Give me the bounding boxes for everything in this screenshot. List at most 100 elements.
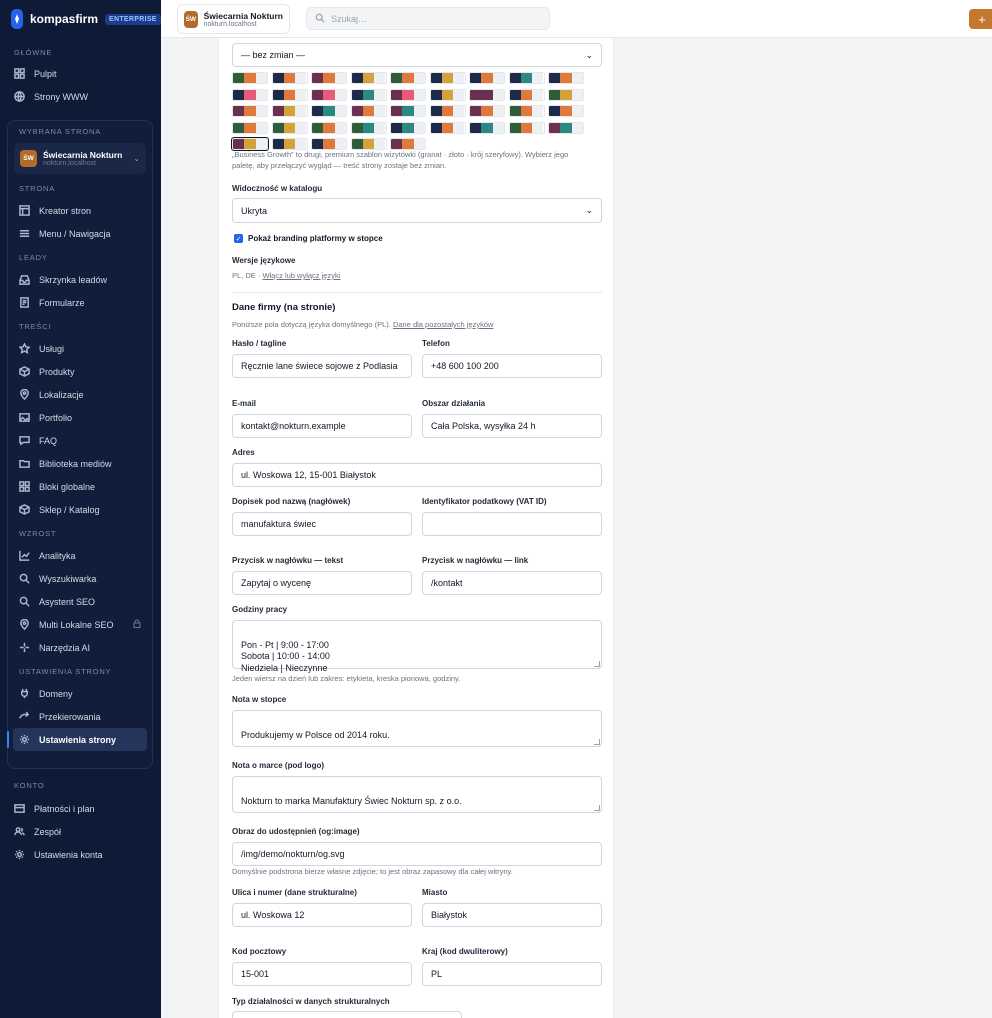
brand[interactable]: kompasfirm ENTERPRISE	[0, 0, 161, 38]
sidebar-item-multi-seo[interactable]: Multi Lokalne SEO	[8, 613, 152, 636]
resize-handle-icon[interactable]	[594, 739, 600, 745]
palette-swatch[interactable]	[429, 105, 466, 117]
palette-swatch[interactable]	[548, 88, 584, 101]
sidebar-item-wyszukiwarka[interactable]: Wyszukiwarka	[8, 567, 152, 590]
search-input[interactable]: Szukaj…	[306, 7, 550, 30]
sidebar-item-analityka[interactable]: Analityka	[8, 544, 152, 567]
sidebar-item-label: FAQ	[39, 435, 58, 446]
hours-textarea[interactable]: Pon - Pt | 9:00 - 17:00 Sobota | 10:00 -…	[232, 620, 602, 673]
site-switcher[interactable]: ŚW Świecarnia Nokturn nokturn.localhost	[177, 4, 290, 34]
palette-swatch[interactable]	[311, 72, 347, 84]
business-type-select[interactable]	[232, 1011, 462, 1018]
palette-swatch[interactable]	[271, 105, 308, 117]
brand-note-textarea[interactable]: Nokturn to marka Manufaktury Świec Noktu…	[232, 776, 602, 813]
palette-swatch[interactable]	[271, 72, 308, 84]
palette-swatch[interactable]	[429, 72, 466, 84]
cta-link-input[interactable]: /kontakt	[422, 571, 602, 595]
sidebar-item-domeny[interactable]: Domeny	[8, 682, 152, 705]
phone-input[interactable]: +48 600 100 200	[422, 354, 602, 378]
add-button[interactable]: +	[969, 9, 992, 29]
vat-input[interactable]	[422, 512, 602, 536]
sidebar-item-narzedzia-ai[interactable]: Narzędzia AI	[8, 636, 152, 659]
sidebar-item-pulpit[interactable]: Pulpit	[0, 62, 161, 85]
palette-swatch[interactable]	[390, 88, 426, 101]
palette-swatch[interactable]	[232, 88, 268, 101]
sidebar-item-kreator[interactable]: Kreator stron	[8, 199, 152, 222]
sidebar-item-strony-www[interactable]: Strony WWW	[0, 85, 161, 108]
palette-swatch[interactable]	[429, 121, 466, 134]
palette-swatch[interactable]	[311, 121, 347, 134]
palette-swatch[interactable]	[548, 121, 584, 134]
sidebar-item-portfolio[interactable]: Portfolio	[8, 406, 152, 429]
area-input[interactable]: Cała Polska, wysyłka 24 h	[422, 414, 602, 438]
sidebar-item-zespol[interactable]: Zespół	[0, 820, 161, 843]
sidebar-item-przekierowania[interactable]: Przekierowania	[8, 705, 152, 728]
palette-swatch[interactable]	[271, 138, 308, 150]
palette-swatch[interactable]	[231, 137, 269, 151]
sidebar-item-ustawienia-konta[interactable]: Ustawienia konta	[0, 843, 161, 866]
palette-swatch[interactable]	[508, 121, 545, 134]
palette-swatch[interactable]	[350, 105, 387, 117]
palette-swatch[interactable]	[469, 88, 505, 101]
email-field[interactable]: kontakt@nokturn.example	[232, 414, 412, 438]
palette-swatch[interactable]	[548, 105, 584, 117]
palette-swatch[interactable]	[390, 105, 426, 117]
palette-swatch[interactable]	[232, 121, 268, 134]
branding-checkbox[interactable]: ✓ Pokaż branding platformy w stopce	[234, 234, 383, 243]
palette-swatch[interactable]	[350, 72, 387, 84]
sidebar-item-formularze[interactable]: Formularze	[8, 291, 152, 314]
resize-handle-icon[interactable]	[594, 805, 600, 811]
palette-swatch[interactable]	[271, 121, 308, 134]
palette-swatch[interactable]	[350, 121, 387, 134]
city-input[interactable]: Białystok	[422, 903, 602, 927]
palette-swatch[interactable]	[311, 105, 347, 117]
palette-swatch[interactable]	[311, 138, 347, 150]
site-selector[interactable]: ŚW Świecarnia Nokturn nokturn.localhost …	[14, 143, 146, 174]
palette-swatch[interactable]	[232, 72, 268, 84]
palette-swatch[interactable]	[429, 88, 466, 101]
sidebar-item-skrzynka[interactable]: Skrzynka leadów	[8, 268, 152, 291]
tagline-input[interactable]: Ręcznie lane świece sojowe z Podlasia	[232, 354, 412, 378]
palette-swatch[interactable]	[469, 121, 505, 134]
sidebar-item-uslugi[interactable]: Usługi	[8, 337, 152, 360]
sidebar-item-sklep[interactable]: Sklep / Katalog	[8, 498, 152, 521]
palette-swatch[interactable]	[390, 121, 426, 134]
sidebar-item-bloki[interactable]: Bloki globalne	[8, 475, 152, 498]
sidebar-item-produkty[interactable]: Produkty	[8, 360, 152, 383]
sidebar-item-platnosci[interactable]: Płatności i plan	[0, 797, 161, 820]
other-languages-link[interactable]: Dane dla pozostałych języków	[393, 320, 493, 329]
palette-swatch[interactable]	[508, 88, 545, 101]
cta-text-input[interactable]: Zapytaj o wycenę	[232, 571, 412, 595]
palette-color	[571, 89, 583, 100]
footer-note-textarea[interactable]: Produkujemy w Polsce od 2014 roku.	[232, 710, 602, 747]
visibility-select[interactable]: Ukryta ⌄	[232, 198, 602, 223]
palette-swatch[interactable]	[508, 72, 545, 84]
sidebar-item-ustawienia-strony[interactable]: Ustawienia strony	[7, 728, 147, 751]
palette-swatch[interactable]	[508, 105, 545, 117]
resize-handle-icon[interactable]	[594, 661, 600, 667]
palette-swatch[interactable]	[232, 105, 268, 117]
palette-swatch[interactable]	[271, 88, 308, 101]
palette-select[interactable]: — bez zmian — ⌄	[232, 43, 602, 67]
og-image-input[interactable]: /img/demo/nokturn/og.svg	[232, 842, 602, 866]
country-input[interactable]: PL	[422, 962, 602, 986]
toggle-languages-link[interactable]: Włącz lub wyłącz języki	[262, 271, 340, 280]
palette-swatch[interactable]	[311, 88, 347, 101]
palette-swatch[interactable]	[469, 105, 505, 117]
sidebar-item-biblioteka[interactable]: Biblioteka mediów	[8, 452, 152, 475]
palette-swatch[interactable]	[350, 88, 387, 101]
address-input[interactable]: ul. Woskowa 12, 15-001 Białystok	[232, 463, 602, 487]
palette-swatch[interactable]	[548, 72, 584, 84]
palette-color	[402, 122, 414, 133]
subtitle-input[interactable]: manufaktura świec	[232, 512, 412, 536]
postal-input[interactable]: 15-001	[232, 962, 412, 986]
street-input[interactable]: ul. Woskowa 12	[232, 903, 412, 927]
palette-swatch[interactable]	[469, 72, 505, 84]
sidebar-item-faq[interactable]: FAQ	[8, 429, 152, 452]
palette-swatch[interactable]	[390, 138, 426, 150]
palette-swatch[interactable]	[390, 72, 426, 84]
sidebar-item-lokalizacje[interactable]: Lokalizacje	[8, 383, 152, 406]
sidebar-item-menu[interactable]: Menu / Nawigacja	[8, 222, 152, 245]
palette-swatch[interactable]	[350, 138, 387, 150]
sidebar-item-asystent-seo[interactable]: Asystent SEO	[8, 590, 152, 613]
